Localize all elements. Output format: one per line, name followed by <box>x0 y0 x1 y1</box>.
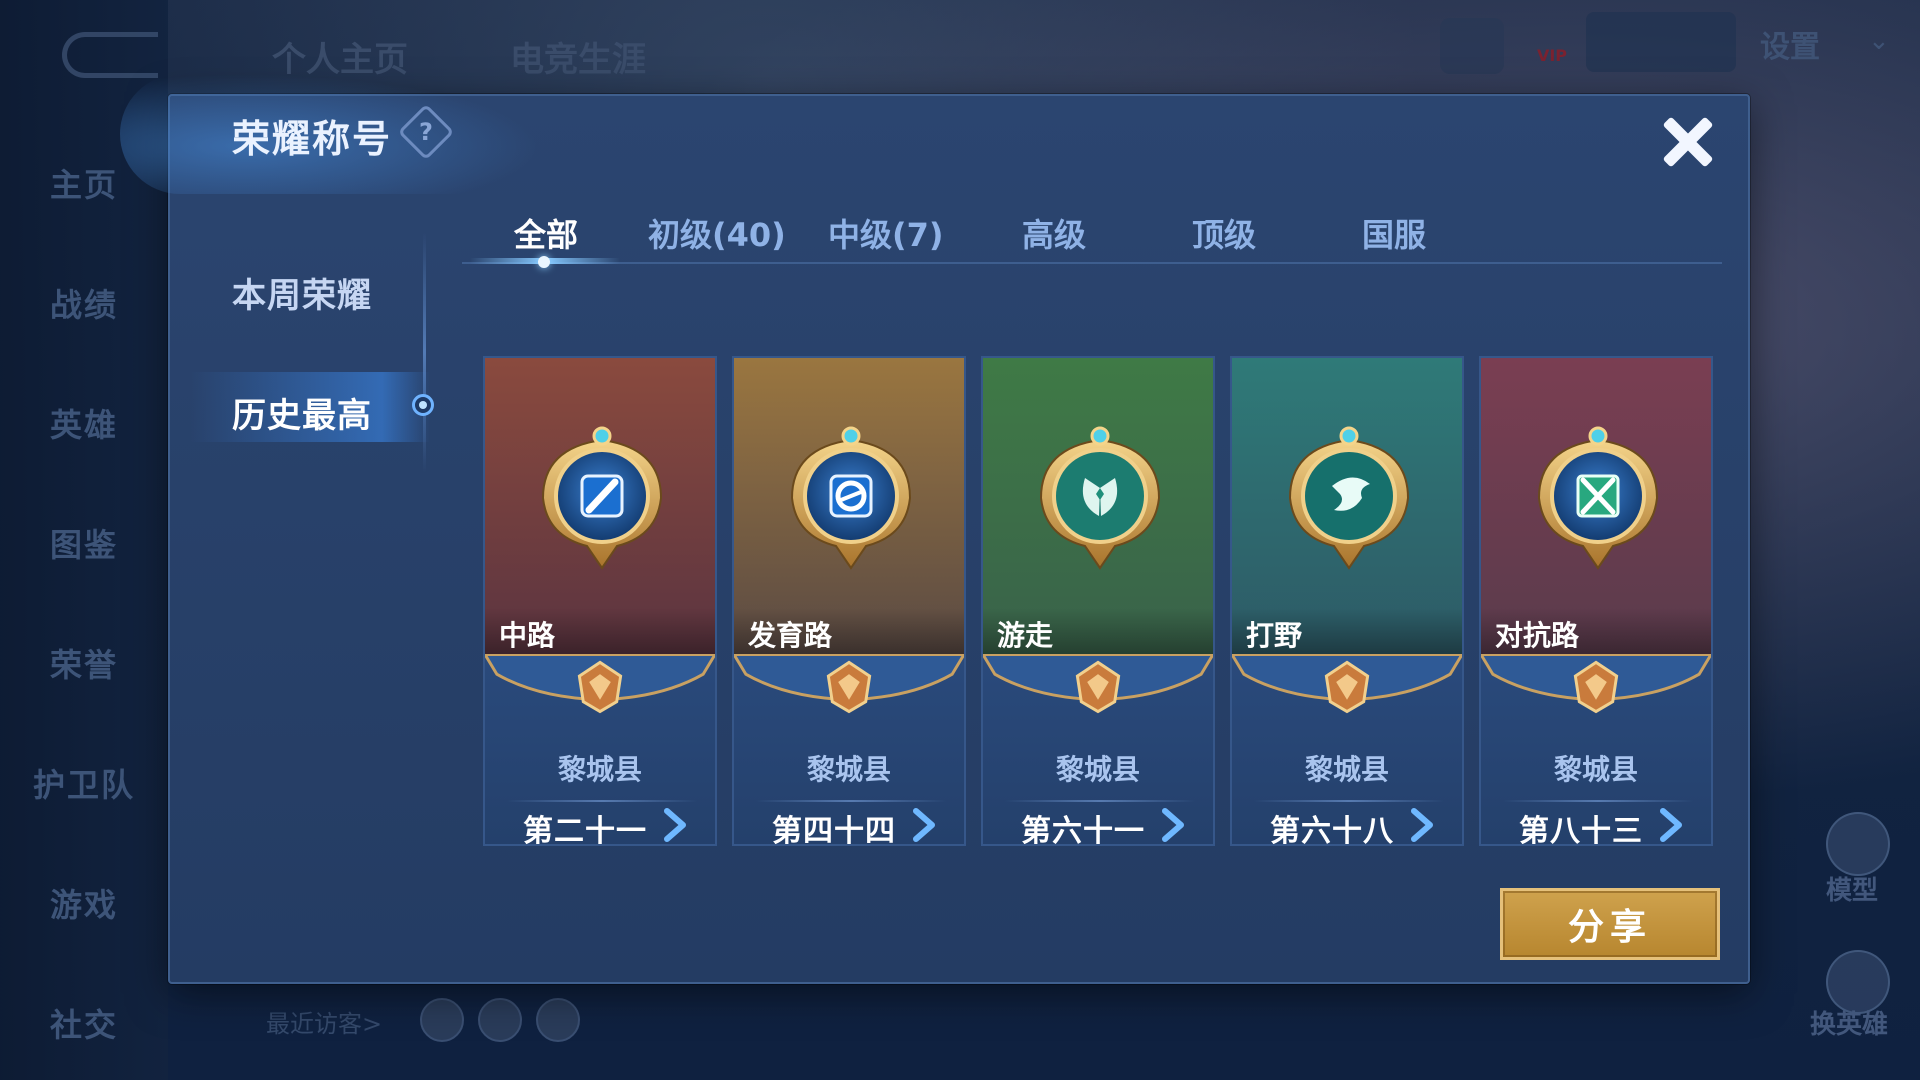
nav-records[interactable]: 战绩 <box>0 280 168 326</box>
tab-all[interactable]: 全部 <box>514 210 578 256</box>
rank-badge-icon <box>485 654 715 714</box>
card-region: 黎城县 <box>806 753 891 786</box>
model-label: 模型 <box>1826 876 1879 906</box>
card-region: 黎城县 <box>1304 753 1389 786</box>
card-divider <box>1503 800 1693 802</box>
side-tab-weekly[interactable]: 本周荣耀 <box>232 268 372 317</box>
wings-emblem-icon <box>1039 426 1161 570</box>
chevron-right-icon[interactable] <box>1657 808 1687 842</box>
chevron-right-icon[interactable] <box>1408 808 1438 842</box>
chevron-right-icon[interactable] <box>661 808 691 842</box>
crossed-swords-emblem-icon <box>1537 426 1659 570</box>
rank-badge-icon <box>1232 654 1462 714</box>
sword-emblem-icon <box>541 426 663 570</box>
card-rank: 第二十一 <box>523 814 647 846</box>
card-rank: 第四十四 <box>772 814 896 846</box>
recent-visitors-link[interactable]: 最近访客> <box>266 1004 382 1039</box>
tab-divider <box>462 262 1722 264</box>
vip-badge[interactable]: VIP <box>1524 12 1580 68</box>
tab-senior[interactable]: 高级 <box>1022 210 1086 256</box>
nav-social[interactable]: 社交 <box>0 1000 168 1046</box>
card-divider <box>507 800 697 802</box>
title-card[interactable]: 发育路黎城县第四十四 <box>732 356 966 846</box>
nav-games[interactable]: 游戏 <box>0 880 168 926</box>
chevron-right-icon[interactable] <box>1159 808 1189 842</box>
status-panel <box>1586 12 1736 72</box>
nav-codex[interactable]: 图鉴 <box>0 520 168 566</box>
modal-title: 荣耀称号 <box>232 117 393 161</box>
tab-junior[interactable]: 初级(40) <box>648 210 786 256</box>
tab-top[interactable]: 顶级 <box>1192 210 1256 256</box>
card-divider <box>756 800 946 802</box>
notification-icon[interactable] <box>1440 18 1504 74</box>
visitor-avatar[interactable] <box>420 998 464 1042</box>
card-role-label: 中路 <box>499 619 556 652</box>
card-role-label: 游走 <box>997 619 1054 652</box>
side-tab-history-best[interactable]: 历史最高 <box>232 388 372 437</box>
card-role-label: 打野 <box>1246 619 1303 652</box>
nav-guard[interactable]: 护卫队 <box>0 760 168 806</box>
title-card[interactable]: 对抗路黎城县第八十三 <box>1479 356 1713 846</box>
tab-intermediate[interactable]: 中级(7) <box>828 210 944 256</box>
rank-badge-icon <box>983 654 1213 714</box>
dragon-emblem-icon <box>1288 426 1410 570</box>
card-divider <box>1005 800 1195 802</box>
close-icon[interactable] <box>1656 110 1720 174</box>
chevron-right-icon[interactable] <box>910 808 940 842</box>
model-icon[interactable] <box>1826 812 1890 876</box>
rank-badge-icon <box>734 654 964 714</box>
rank-badge-icon <box>1481 654 1711 714</box>
title-card[interactable]: 中路黎城县第二十一 <box>483 356 717 846</box>
card-role-label: 发育路 <box>748 619 833 652</box>
share-button[interactable]: 分享 <box>1500 888 1720 960</box>
card-rank: 第六十八 <box>1270 814 1394 846</box>
visitor-avatar[interactable] <box>478 998 522 1042</box>
card-region: 黎城县 <box>1055 753 1140 786</box>
card-role-label: 对抗路 <box>1495 619 1580 652</box>
switch-hero-label: 换英雄 <box>1810 1010 1889 1040</box>
card-region: 黎城县 <box>1553 753 1638 786</box>
title-card[interactable]: 游走黎城县第六十一 <box>981 356 1215 846</box>
side-tab-indicator <box>412 394 434 416</box>
nav-honor[interactable]: 荣誉 <box>0 640 168 686</box>
visitor-avatar[interactable] <box>536 998 580 1042</box>
tab-esports-career[interactable]: 电竞生涯 <box>510 32 646 81</box>
card-rank: 第八十三 <box>1519 814 1643 846</box>
settings-button[interactable]: 设置 <box>1760 22 1820 66</box>
title-card[interactable]: 打野黎城县第六十八 <box>1230 356 1464 846</box>
card-region: 黎城县 <box>557 753 642 786</box>
nav-heroes[interactable]: 英雄 <box>0 400 168 446</box>
card-divider <box>1254 800 1444 802</box>
back-arrow-icon[interactable] <box>62 32 158 78</box>
chevron-down-icon[interactable]: ⌄ <box>1868 26 1890 56</box>
tab-national[interactable]: 国服 <box>1362 210 1426 256</box>
marksman-emblem-icon <box>790 426 912 570</box>
tab-active-dot <box>538 256 550 268</box>
card-rank: 第六十一 <box>1021 814 1145 846</box>
